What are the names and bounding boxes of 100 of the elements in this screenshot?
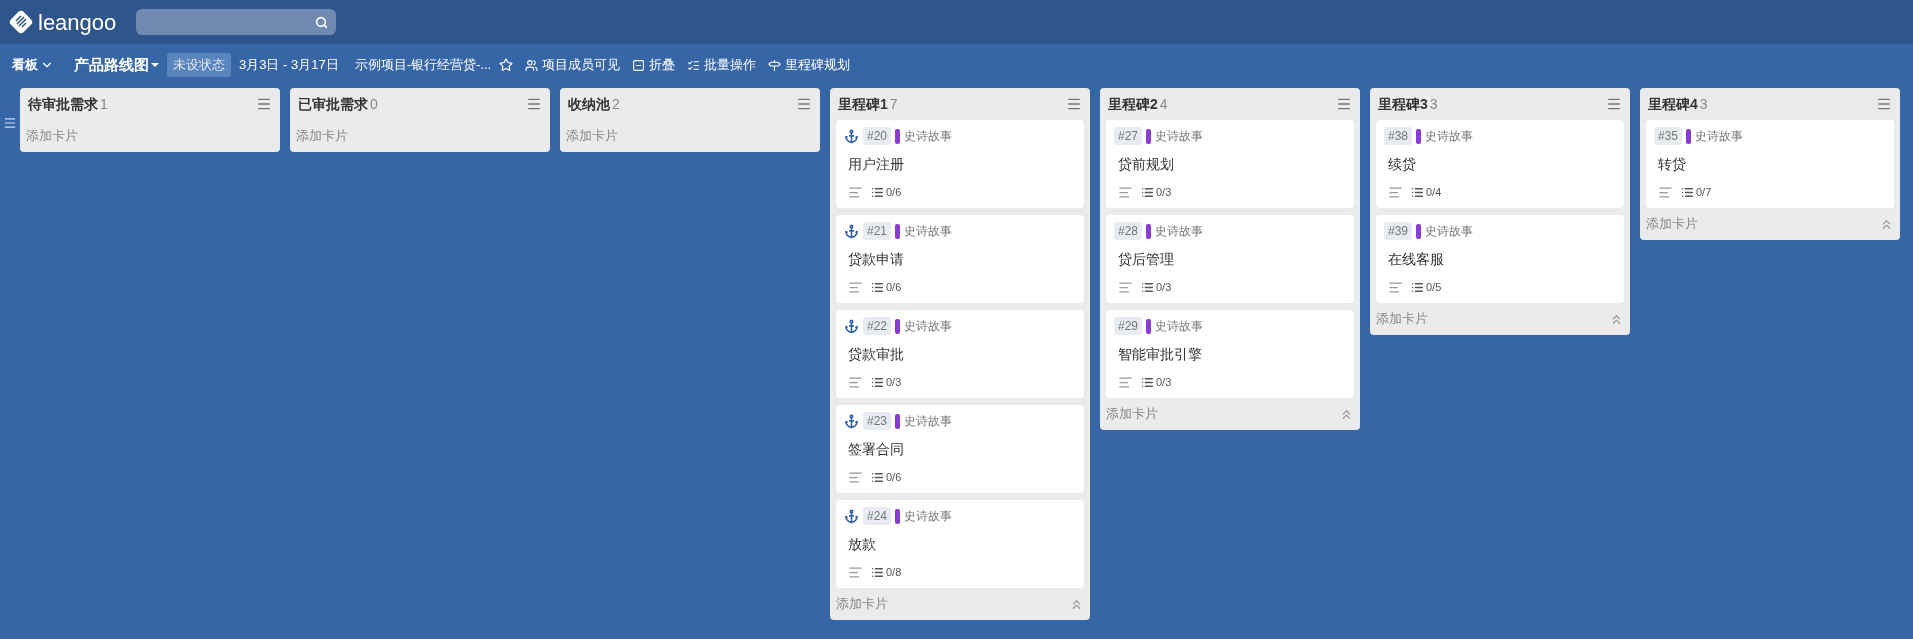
add-card-link[interactable]: 添加卡片 bbox=[1106, 404, 1158, 424]
add-card-link[interactable]: 添加卡片 bbox=[566, 126, 618, 146]
card-id: #38 bbox=[1384, 127, 1413, 145]
checklist-count: 0/5 bbox=[1426, 279, 1442, 295]
card-id: #22 bbox=[863, 317, 892, 335]
toolbar-button[interactable]: 里程碑规划 bbox=[768, 55, 851, 75]
status-badge[interactable]: 未设状态 bbox=[167, 53, 231, 77]
story-card[interactable]: #21 史诗故事 贷款申请 0/6 bbox=[836, 215, 1084, 303]
minus-square-icon bbox=[632, 58, 646, 72]
search-icon[interactable] bbox=[315, 15, 329, 29]
story-card[interactable]: #22 史诗故事 贷款审批 0/3 bbox=[836, 310, 1084, 398]
column-title: 里程碑2 bbox=[1108, 94, 1158, 114]
card-count: 2 bbox=[612, 94, 620, 114]
checklist-icon bbox=[871, 470, 884, 484]
column-title: 里程碑1 bbox=[838, 94, 888, 114]
checklist-count: 0/6 bbox=[886, 184, 902, 200]
search-field[interactable] bbox=[136, 9, 337, 35]
tag-label: 史诗故事 bbox=[904, 318, 953, 335]
checklist-count: 0/3 bbox=[1156, 184, 1172, 200]
card-title: 转贷 bbox=[1657, 155, 1687, 174]
card-id: #35 bbox=[1654, 127, 1683, 145]
description-icon bbox=[848, 564, 863, 580]
tag-label: 史诗故事 bbox=[1425, 128, 1474, 145]
checklist-icon bbox=[871, 375, 884, 389]
users-icon bbox=[525, 58, 539, 72]
tag-label: 史诗故事 bbox=[1155, 223, 1204, 240]
menu-icon[interactable] bbox=[1606, 96, 1622, 112]
checklist-count: 0/7 bbox=[1696, 184, 1712, 200]
menu-icon[interactable] bbox=[1876, 96, 1892, 112]
card-title: 续贷 bbox=[1387, 155, 1417, 174]
card-id: #27 bbox=[1114, 127, 1143, 145]
description-icon bbox=[1118, 374, 1133, 390]
card-count: 3 bbox=[1429, 94, 1438, 114]
menu-icon[interactable] bbox=[1066, 96, 1082, 112]
tag-label: 史诗故事 bbox=[1155, 128, 1204, 145]
story-card[interactable]: #20 史诗故事 用户注册 0/6 bbox=[836, 120, 1084, 208]
menu-icon[interactable] bbox=[526, 96, 542, 112]
column-title: 待审批需求 bbox=[28, 94, 98, 114]
checklist-count: 0/4 bbox=[1426, 184, 1442, 200]
tag-label: 史诗故事 bbox=[1425, 223, 1474, 240]
logo-text: leangoo bbox=[38, 8, 117, 37]
menu-icon[interactable] bbox=[256, 96, 272, 112]
story-card[interactable]: #24 史诗故事 放款 0/8 bbox=[836, 500, 1084, 588]
project-name[interactable]: 示例项目-银行经营贷-... bbox=[354, 55, 492, 75]
column-title: 里程碑3 bbox=[1378, 94, 1428, 114]
tag-label: 史诗故事 bbox=[904, 508, 953, 525]
story-card[interactable]: #35 史诗故事 转贷 0/7 bbox=[1646, 120, 1894, 208]
card-id: #24 bbox=[863, 507, 892, 525]
checklist-icon bbox=[1411, 185, 1424, 199]
tag-label: 史诗故事 bbox=[1695, 128, 1744, 145]
card-id: #21 bbox=[863, 222, 892, 240]
checklist-count: 0/3 bbox=[886, 374, 902, 390]
description-icon bbox=[1118, 279, 1133, 295]
card-title: 在线客服 bbox=[1387, 250, 1445, 269]
card-title: 签署合同 bbox=[847, 440, 905, 459]
star-icon[interactable] bbox=[499, 58, 514, 72]
description-icon bbox=[1388, 184, 1403, 200]
description-icon bbox=[848, 469, 863, 485]
toolbar-button[interactable]: 项目成员可见 bbox=[525, 55, 621, 75]
checklist-count: 0/6 bbox=[886, 279, 902, 295]
story-card[interactable]: #23 史诗故事 签署合同 0/6 bbox=[836, 405, 1084, 493]
checklist-count: 0/3 bbox=[1156, 374, 1172, 390]
card-title: 放款 bbox=[847, 535, 877, 554]
add-card-link[interactable]: 添加卡片 bbox=[296, 126, 348, 146]
story-card[interactable]: #39 史诗故事 在线客服 0/5 bbox=[1376, 215, 1624, 303]
card-count: 7 bbox=[889, 94, 898, 114]
add-card-link[interactable]: 添加卡片 bbox=[836, 594, 888, 614]
view-dropdown[interactable]: 看板 bbox=[12, 55, 54, 75]
card-count: 4 bbox=[1159, 94, 1168, 114]
checklist-icon bbox=[687, 58, 701, 72]
add-card-link[interactable]: 添加卡片 bbox=[26, 126, 78, 146]
tag-label: 史诗故事 bbox=[1155, 318, 1204, 335]
menu-icon[interactable] bbox=[796, 96, 812, 112]
description-icon bbox=[848, 374, 863, 390]
story-card[interactable]: #29 史诗故事 智能审批引擎 0/3 bbox=[1106, 310, 1354, 398]
story-card[interactable]: #38 史诗故事 续贷 0/4 bbox=[1376, 120, 1624, 208]
column-title: 里程碑4 bbox=[1648, 94, 1698, 114]
checklist-count: 0/3 bbox=[1156, 279, 1172, 295]
board-dropdown[interactable]: 产品路线图 bbox=[74, 53, 159, 77]
add-card-link[interactable]: 添加卡片 bbox=[1376, 309, 1428, 329]
card-title: 智能审批引擎 bbox=[1117, 345, 1203, 364]
checklist-icon bbox=[871, 185, 884, 199]
tag-label: 史诗故事 bbox=[904, 413, 953, 430]
story-card[interactable]: #28 史诗故事 贷后管理 0/3 bbox=[1106, 215, 1354, 303]
description-icon bbox=[848, 279, 863, 295]
list-menu-icon[interactable] bbox=[3, 116, 17, 130]
toolbar-button[interactable]: 批量操作 bbox=[687, 55, 757, 75]
card-count: 0 bbox=[370, 94, 378, 114]
add-card-link[interactable]: 添加卡片 bbox=[1646, 214, 1698, 234]
checklist-icon bbox=[871, 280, 884, 294]
card-id: #20 bbox=[863, 127, 892, 145]
checklist-icon bbox=[871, 565, 884, 579]
card-title: 贷款申请 bbox=[847, 250, 905, 269]
toolbar-button[interactable]: 折叠 bbox=[632, 55, 676, 75]
description-icon bbox=[1388, 279, 1403, 295]
column-title: 收纳池 bbox=[568, 94, 610, 114]
menu-icon[interactable] bbox=[1336, 96, 1352, 112]
card-title: 用户注册 bbox=[847, 155, 905, 174]
checklist-icon bbox=[1681, 185, 1694, 199]
story-card[interactable]: #27 史诗故事 贷前规划 0/3 bbox=[1106, 120, 1354, 208]
